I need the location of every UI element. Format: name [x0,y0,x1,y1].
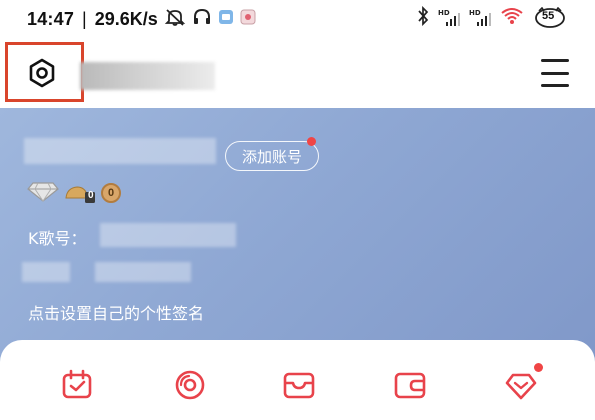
favorites-badge-dot [534,363,543,372]
status-bar: 14:47 | 29.6K/s HD HD 55 [0,0,595,40]
status-time: 14:47 [27,9,75,29]
kge-id-redacted [100,223,236,247]
status-right: HD HD 55 [417,5,567,30]
menu-bar [541,71,569,75]
quick-action-checkin[interactable] [59,367,95,403]
signature-prompt[interactable]: 点击设置自己的个性签名 [28,300,204,324]
coin-badge[interactable]: 0 [101,183,121,203]
badge-row: 0 0 [27,180,121,206]
level-number: 0 [88,190,94,201]
vinyl-disc-icon [175,370,205,400]
status-separator: | [82,9,87,29]
headphones-icon [192,7,212,32]
battery-indicator: 55 [533,6,567,29]
diamond-vip-icon[interactable] [27,180,59,206]
signal-hd-1: HD [438,9,460,27]
stats-redacted-2 [95,262,191,282]
quick-action-inbox[interactable] [281,367,317,403]
quick-action-favorites[interactable] [503,367,539,403]
calendar-check-icon [62,369,92,399]
signal-hd-2: HD [469,9,491,27]
quick-action-wallet[interactable] [392,367,428,403]
signal-bars-icon [477,13,491,26]
battery-level: 55 [542,10,555,22]
wifi-icon [500,7,524,29]
gear-hex-icon [29,58,55,88]
add-account-button[interactable]: 添加账号 [225,141,319,171]
app-header [0,40,595,108]
wallet-icon [394,372,426,399]
signal-bars-icon [446,13,460,26]
settings-button[interactable] [25,56,59,90]
mute-alarm-icon [164,7,186,32]
bluetooth-icon [417,5,429,30]
menu-button[interactable] [541,59,571,87]
app-notification-icon [218,9,234,30]
inbox-tray-icon [283,372,315,399]
network-speed: 29.6K/s [94,9,158,29]
app-notification-icon-2 [240,9,256,30]
level-badge[interactable]: 0 [63,182,97,204]
kge-id-label: K歌号： [28,229,87,248]
menu-bar [541,59,569,62]
stats-redacted-1 [22,262,70,282]
menu-bar [541,84,569,87]
username-redacted [80,62,215,90]
status-left: 14:47 | 29.6K/s [27,7,256,32]
nickname-redacted [24,138,216,164]
add-account-label: 添加账号 [241,147,302,166]
quick-action-music[interactable] [172,367,208,403]
add-account-badge-dot [307,137,316,146]
quick-actions-card [0,340,595,420]
heart-diamond-icon [505,373,537,400]
